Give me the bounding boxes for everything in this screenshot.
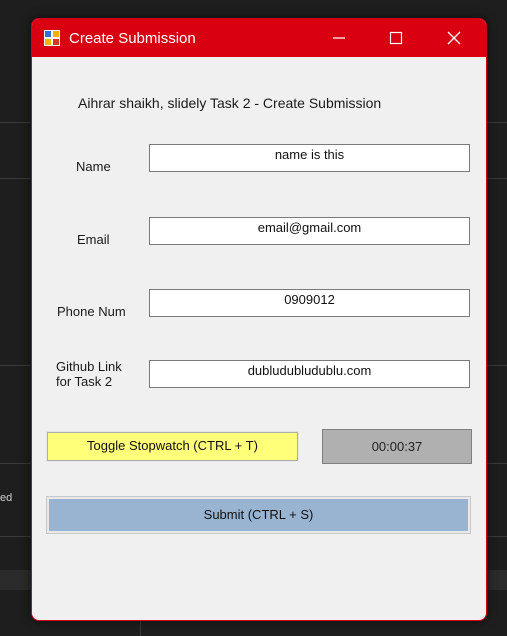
title-bar[interactable]: Create Submission — [32, 19, 486, 57]
form-header: Aihrar shaikh, slidely Task 2 - Create S… — [78, 95, 382, 111]
github-link-field[interactable] — [149, 360, 470, 388]
close-button[interactable] — [427, 19, 481, 57]
minimize-button[interactable] — [312, 19, 366, 57]
create-submission-window: Create Submission Aihrar shaikh, slidely… — [31, 18, 487, 621]
phone-field[interactable] — [149, 289, 470, 317]
name-field[interactable] — [149, 144, 470, 172]
window-title: Create Submission — [69, 30, 196, 47]
app-icon — [44, 30, 60, 46]
submit-button[interactable]: Submit (CTRL + S) — [46, 496, 471, 534]
minimize-icon — [333, 37, 345, 39]
email-label: Email — [77, 232, 110, 247]
stopwatch-timer: 00:00:37 — [322, 429, 472, 464]
maximize-button[interactable] — [369, 19, 423, 57]
maximize-icon — [389, 31, 403, 45]
github-label: Github Link for Task 2 — [56, 359, 122, 389]
github-label-line2: for Task 2 — [56, 374, 113, 389]
email-field[interactable] — [149, 217, 470, 245]
github-label-line1: Github Link — [56, 359, 122, 374]
background-text: ed — [0, 492, 13, 504]
name-label: Name — [76, 159, 111, 174]
phone-label: Phone Num — [57, 304, 126, 319]
toggle-stopwatch-button[interactable]: Toggle Stopwatch (CTRL + T) — [47, 432, 298, 461]
close-icon — [447, 31, 461, 45]
